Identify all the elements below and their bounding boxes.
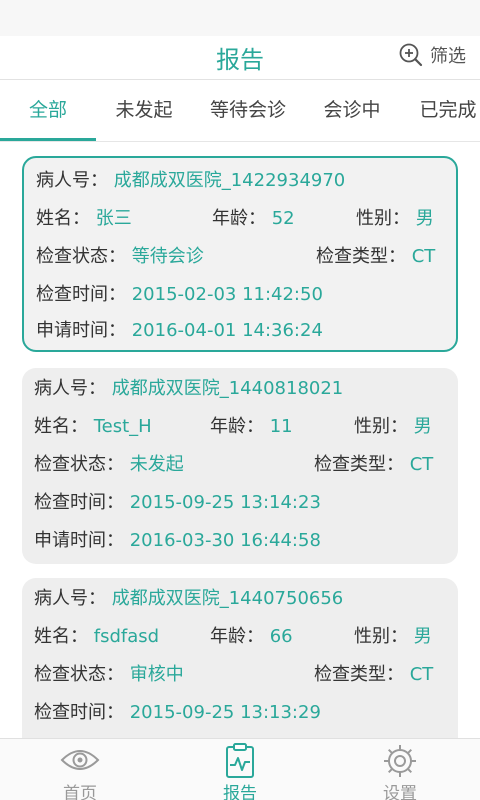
apply-time-value: 2016-03-30 16:44:58 [129,530,321,551]
name-value: Test_H [93,416,152,437]
patient-id-label: 病人号： [34,588,106,609]
gender-label: 性别： [354,626,408,647]
report-list[interactable]: 病人号： 成都成双医院_1422934970 姓名： 张三 年龄： 52 性别：… [0,142,480,738]
filter-label: 筛选 [430,46,466,67]
active-tab-indicator [0,138,96,141]
nav-report[interactable]: 报告 [180,739,300,800]
age-label: 年龄： [212,208,266,229]
apply-time-label: 申请时间： [36,320,126,341]
tab-in-consultation[interactable]: 会诊中 [304,80,400,142]
filter-button[interactable]: 筛选 [398,42,466,68]
patient-id-label: 病人号： [36,170,108,191]
age-value: 52 [271,208,295,229]
exam-time-label: 检查时间： [34,702,124,723]
gender-value: 男 [413,626,432,647]
patient-id-value: 成都成双医院_1440818021 [111,378,344,399]
gender-value: 男 [415,208,434,229]
patient-id-row: 病人号： 成都成双医院_1440818021 [34,370,446,408]
eye-icon [60,750,100,770]
report-card[interactable]: 病人号： 成都成双医院_1440750656 姓名： fsdfasd 年龄： 6… [22,578,458,738]
exam-time-row: 检查时间： 2015-09-25 13:14:23 [34,484,446,522]
age-label: 年龄： [210,416,264,437]
apply-time-row: 申请时间： 2016-03-30 16:44:58 [34,522,446,560]
status-value: 审核中 [129,664,184,685]
age-value: 66 [269,626,293,647]
apply-time-label: 申请时间： [34,530,124,551]
tab-all[interactable]: 全部 [0,80,96,142]
nav-home[interactable]: 首页 [20,739,140,800]
name-label: 姓名： [34,416,88,437]
tab-not-started[interactable]: 未发起 [96,80,192,142]
exam-time-row: 检查时间： 2015-09-25 13:13:29 [34,694,446,732]
tab-completed[interactable]: 已完成 [400,80,480,142]
basic-info-row: 姓名： fsdfasd 年龄： 66 性别： 男 [34,618,446,656]
patient-id-value: 成都成双医院_1422934970 [113,170,346,191]
exam-type-label: 检查类型： [314,454,404,475]
report-icon [226,743,254,778]
exam-time-row: 检查时间： 2015-02-03 11:42:50 [36,276,444,314]
gender-label: 性别： [356,208,410,229]
status-label: 检查状态： [34,454,124,475]
status-tabs: 全部 未发起 等待会诊 会诊中 已完成 [0,80,480,142]
status-value: 等待会诊 [131,246,204,267]
apply-time-row: 申请时间： 2016-04-01 14:36:24 [36,312,444,350]
report-card[interactable]: 病人号： 成都成双医院_1440818021 姓名： Test_H 年龄： 11… [22,368,458,564]
age-label: 年龄： [210,626,264,647]
exam-type-label: 检查类型： [316,246,406,267]
apply-time-value: 2016-04-01 14:36:24 [131,320,323,341]
zoom-in-icon [399,43,423,67]
exam-type-value: CT [409,664,434,685]
patient-id-label: 病人号： [34,378,106,399]
gear-icon [384,745,416,777]
nav-home-label: 首页 [63,784,97,800]
patient-id-row: 病人号： 成都成双医院_1440750656 [34,580,446,618]
status-row: 检查状态： 审核中 检查类型： CT [34,656,446,694]
exam-type-value: CT [409,454,434,475]
bottom-navigation: 首页 报告 设置 [0,738,480,800]
exam-type-value: CT [411,246,436,267]
nav-settings[interactable]: 设置 [340,739,460,800]
gender-label: 性别： [354,416,408,437]
patient-id-value: 成都成双医院_1440750656 [111,588,344,609]
tab-waiting[interactable]: 等待会诊 [192,80,304,142]
status-bar [0,0,480,36]
nav-settings-label: 设置 [383,784,417,800]
exam-time-label: 检查时间： [36,284,126,305]
basic-info-row: 姓名： Test_H 年龄： 11 性别： 男 [34,408,446,446]
patient-id-row: 病人号： 成都成双医院_1422934970 [36,162,444,200]
app-header: 报告 筛选 [0,36,480,80]
name-label: 姓名： [36,208,90,229]
name-value: fsdfasd [93,626,160,647]
gender-value: 男 [413,416,432,437]
name-label: 姓名： [34,626,88,647]
exam-time-value: 2015-09-25 13:14:23 [129,492,321,513]
nav-report-label: 报告 [223,784,257,800]
basic-info-row: 姓名： 张三 年龄： 52 性别： 男 [36,200,444,238]
status-row: 检查状态： 未发起 检查类型： CT [34,446,446,484]
name-value: 张三 [95,208,132,229]
status-label: 检查状态： [36,246,126,267]
exam-time-value: 2015-02-03 11:42:50 [131,284,323,305]
report-card[interactable]: 病人号： 成都成双医院_1422934970 姓名： 张三 年龄： 52 性别：… [22,156,458,352]
exam-time-value: 2015-09-25 13:13:29 [129,702,321,723]
exam-type-label: 检查类型： [314,664,404,685]
age-value: 11 [269,416,293,437]
exam-time-label: 检查时间： [34,492,124,513]
status-row: 检查状态： 等待会诊 检查类型： CT [36,238,444,276]
status-value: 未发起 [129,454,184,475]
status-label: 检查状态： [34,664,124,685]
